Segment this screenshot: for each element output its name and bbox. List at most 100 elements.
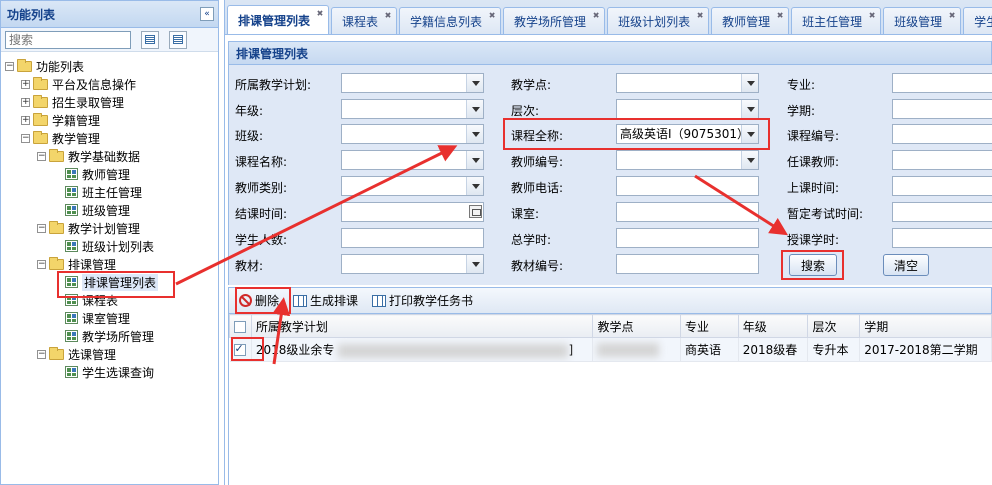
chevron-down-icon[interactable] — [466, 255, 483, 273]
col-header-school[interactable]: 教学点 — [592, 314, 682, 338]
tree-search-input[interactable] — [5, 30, 131, 49]
tab-7[interactable]: 班级管理 ✖ — [883, 7, 962, 34]
col-header-grade[interactable]: 年级 — [737, 314, 809, 338]
form-input[interactable] — [892, 150, 992, 170]
tree-node[interactable]: 班级管理 — [1, 201, 218, 219]
chevron-down-icon[interactable] — [466, 100, 483, 118]
col-header-major[interactable]: 专业 — [680, 314, 739, 338]
select-all-checkbox[interactable] — [234, 320, 246, 333]
collapse-all-button[interactable] — [169, 30, 187, 49]
form-select[interactable] — [341, 254, 484, 274]
expand-icon[interactable]: + — [21, 115, 30, 125]
tab-6[interactable]: 班主任管理 ✖ — [791, 7, 882, 34]
tree-node[interactable]: − 教学管理 — [1, 129, 218, 147]
form-select[interactable] — [341, 99, 484, 119]
collapse-icon[interactable]: − — [37, 223, 46, 233]
tree-node[interactable]: + 平台及信息操作 — [1, 75, 218, 93]
collapse-icon[interactable]: − — [37, 259, 46, 269]
close-tab-icon[interactable]: ✖ — [695, 11, 705, 21]
tree-node[interactable]: 班级计划列表 — [1, 237, 218, 255]
form-label: 教师类别: — [235, 181, 288, 195]
form-input[interactable] — [892, 176, 992, 196]
tree-node[interactable]: + 学籍管理 — [1, 111, 218, 129]
tab-3[interactable]: 教学场所管理 ✖ — [503, 7, 606, 34]
tree-node[interactable]: − 选课管理 — [1, 345, 218, 363]
expand-all-button[interactable] — [141, 30, 159, 49]
chevron-down-icon[interactable] — [466, 125, 483, 143]
form-input[interactable] — [616, 176, 759, 196]
tab-8[interactable]: 学生✖ — [963, 7, 992, 34]
tree-node[interactable]: 教学场所管理 — [1, 327, 218, 345]
print-task-button[interactable]: 打印教学任务书 — [372, 292, 473, 309]
form-input[interactable] — [341, 228, 484, 248]
form-input[interactable] — [892, 202, 992, 222]
close-tab-icon[interactable]: ✖ — [487, 11, 497, 21]
search-button[interactable]: 搜索 — [789, 254, 837, 276]
chevron-down-icon[interactable] — [741, 74, 758, 92]
generate-schedule-button[interactable]: 生成排课 — [293, 292, 358, 309]
form-select[interactable] — [341, 150, 484, 170]
tree-node[interactable]: − 教学计划管理 — [1, 219, 218, 237]
expand-icon[interactable]: + — [21, 79, 30, 89]
tree-node[interactable]: 课室管理 — [1, 309, 218, 327]
close-tab-icon[interactable]: ✖ — [315, 9, 325, 19]
form-input[interactable] — [892, 73, 992, 93]
collapse-icon[interactable]: − — [5, 61, 14, 71]
tab-5[interactable]: 教师管理 ✖ — [711, 7, 790, 34]
chevron-down-icon[interactable] — [741, 151, 758, 169]
folder-icon — [33, 94, 48, 108]
form-input[interactable] — [616, 254, 759, 274]
chevron-down-icon[interactable] — [466, 74, 483, 92]
collapse-panel-button[interactable]: « — [200, 7, 214, 21]
collapse-icon[interactable]: − — [37, 151, 46, 161]
chevron-down-icon[interactable] — [466, 177, 483, 195]
tree-node[interactable]: 学生选课查询 — [1, 363, 218, 381]
tab-2[interactable]: 学籍信息列表 ✖ — [399, 7, 502, 34]
close-tab-icon[interactable]: ✖ — [947, 11, 957, 21]
close-tab-icon[interactable]: ✖ — [591, 11, 601, 21]
form-input[interactable] — [892, 228, 992, 248]
chevron-down-icon[interactable] — [741, 125, 758, 143]
form-input[interactable] — [892, 124, 992, 144]
select-all-cell[interactable] — [229, 314, 252, 338]
tree-node[interactable]: − 教学基础数据 — [1, 147, 218, 165]
chevron-down-icon[interactable] — [741, 100, 758, 118]
col-header-plan[interactable]: 所属教学计划 — [250, 314, 594, 338]
form-select[interactable] — [616, 99, 759, 119]
form-select[interactable] — [341, 73, 484, 93]
tree-node[interactable]: 班主任管理 — [1, 183, 218, 201]
form-input[interactable] — [616, 202, 759, 222]
row-select-cell[interactable] — [229, 337, 252, 362]
tree-node[interactable]: − 功能列表 — [1, 57, 218, 75]
row-checkbox[interactable] — [233, 342, 246, 356]
form-input[interactable] — [892, 99, 992, 119]
tree-node[interactable]: 教师管理 — [1, 165, 218, 183]
tree-node[interactable]: + 招生录取管理 — [1, 93, 218, 111]
close-tab-icon[interactable]: ✖ — [867, 11, 877, 21]
tab-4[interactable]: 班级计划列表 ✖ — [607, 7, 710, 34]
close-tab-icon[interactable]: ✖ — [383, 11, 393, 21]
table-row[interactable]: 2018级业余专] 商英语 2018级春 专升本 2017-2018第二学期 — [229, 337, 992, 362]
tab-0[interactable]: 排课管理列表 ✖ — [227, 5, 330, 34]
date-field[interactable] — [341, 202, 484, 222]
form-select[interactable] — [341, 176, 484, 196]
close-tab-icon[interactable]: ✖ — [775, 11, 785, 21]
tab-label: 班级管理 — [894, 14, 943, 29]
clear-button[interactable]: 清空 — [883, 254, 929, 276]
form-select[interactable] — [616, 73, 759, 93]
folder-icon — [33, 76, 48, 90]
collapse-icon[interactable]: − — [21, 133, 30, 143]
form-input[interactable] — [616, 228, 759, 248]
form-select[interactable]: 高级英语I（9075301） — [616, 124, 759, 144]
col-header-term[interactable]: 学期 — [859, 314, 992, 338]
chevron-down-icon[interactable] — [466, 151, 483, 169]
tab-1[interactable]: 课程表 ✖ — [331, 7, 398, 34]
form-select[interactable] — [341, 124, 484, 144]
calendar-icon[interactable] — [469, 205, 482, 218]
form-select[interactable] — [616, 150, 759, 170]
collapse-icon[interactable]: − — [37, 349, 46, 359]
expand-icon[interactable]: + — [21, 97, 30, 107]
delete-button[interactable]: 删除 — [239, 292, 279, 309]
form-label: 课室: — [511, 207, 540, 221]
col-header-level[interactable]: 层次 — [807, 314, 861, 338]
